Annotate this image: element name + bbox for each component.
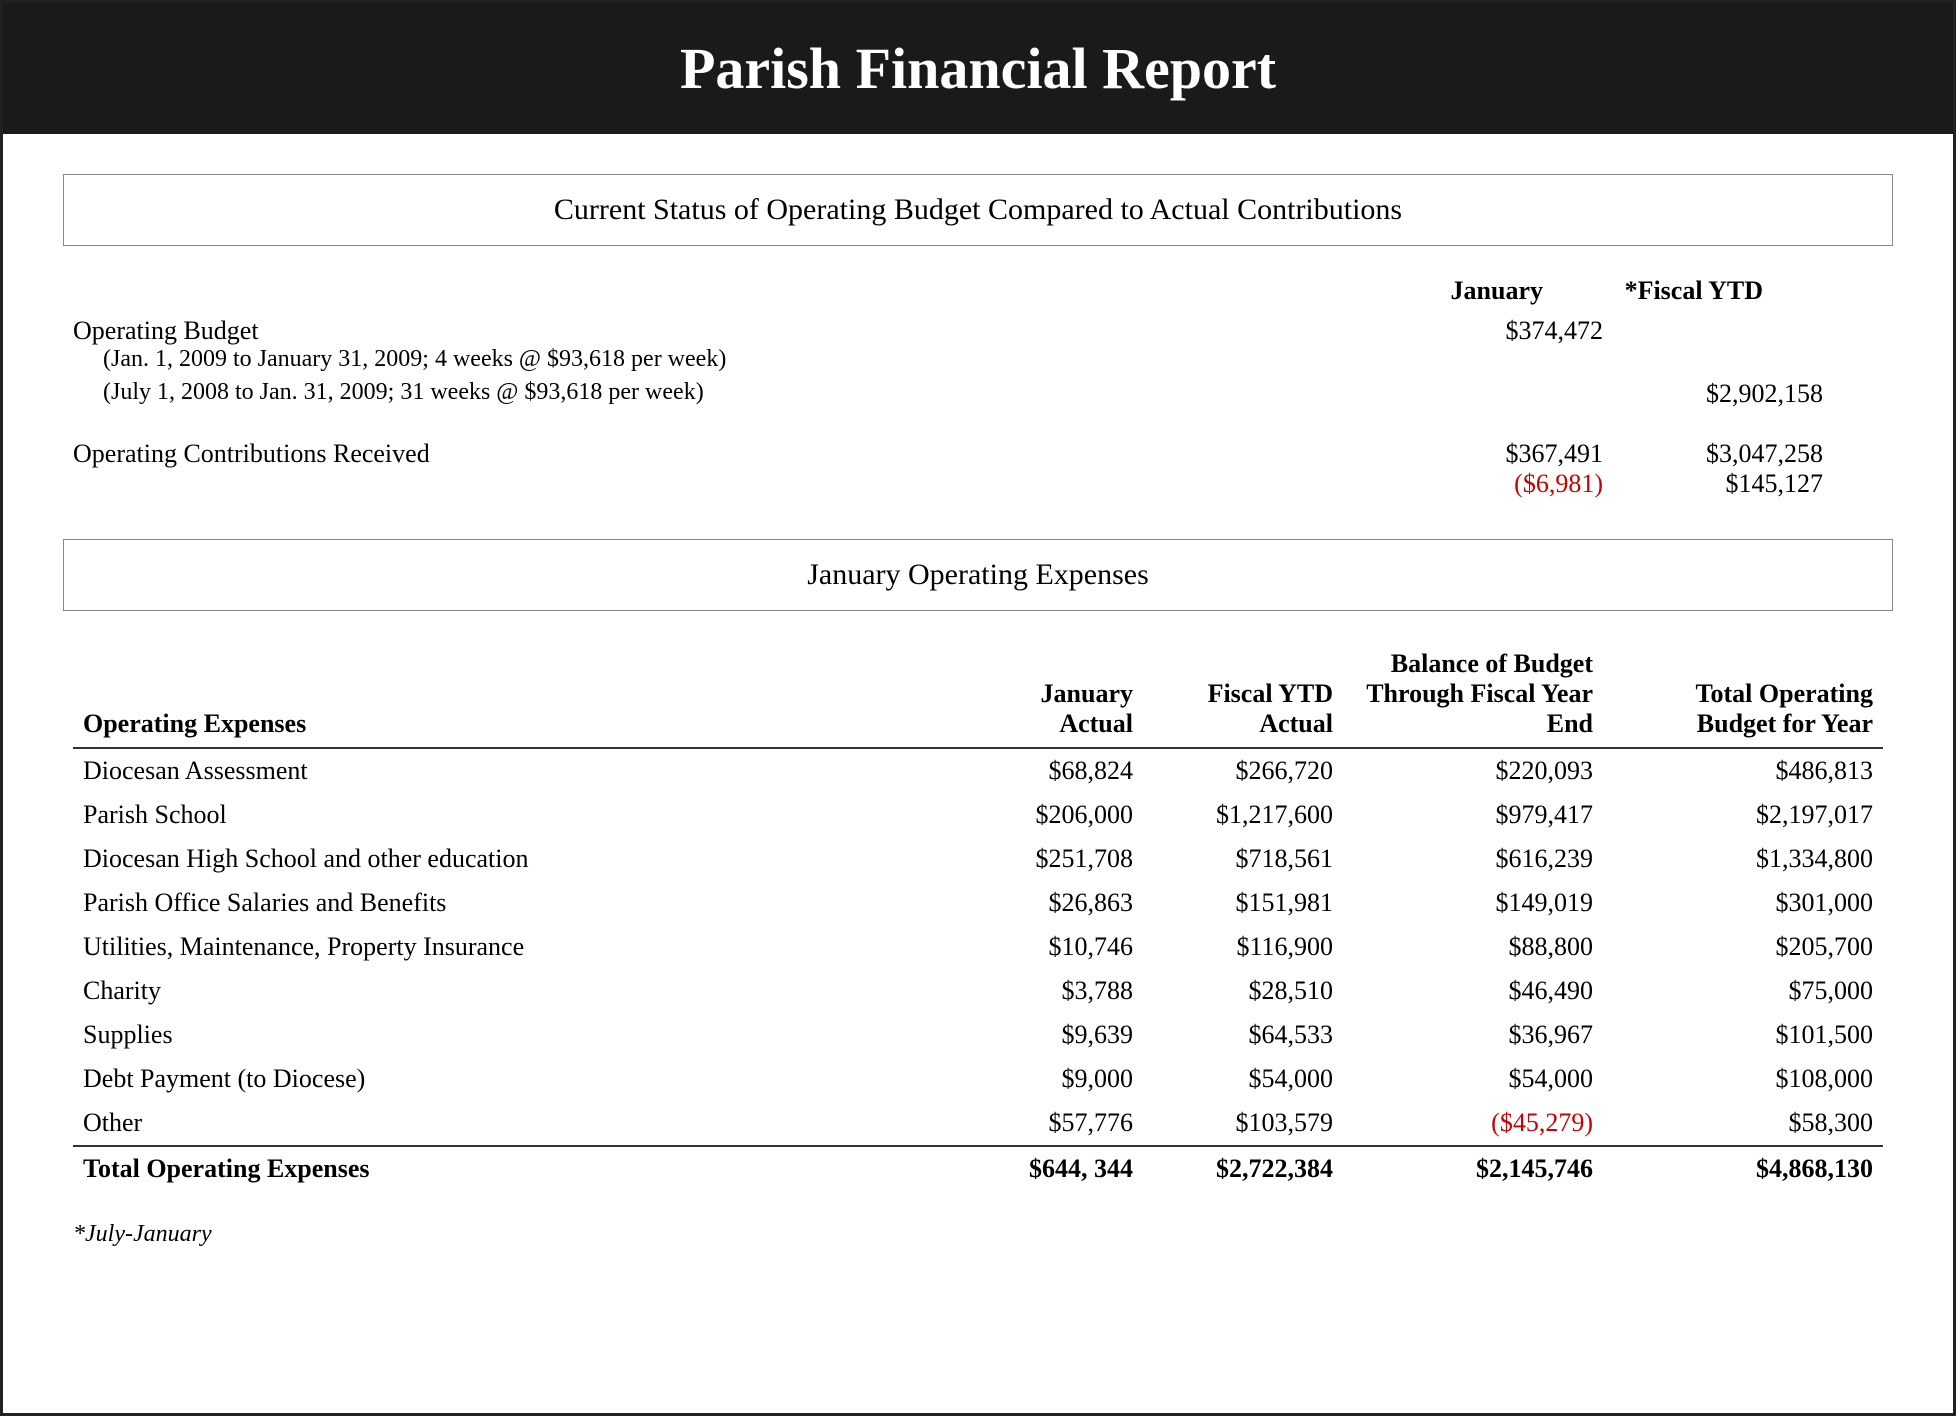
budget-section: January *Fiscal YTD Operating Budget (Ja… [63,276,1893,499]
expense-jan-actual: $10,746 [983,925,1143,969]
contrib-ytd-value: $3,047,258 [1603,439,1823,469]
col-header-jan-actual: January Actual [983,641,1143,748]
expense-fiscal-ytd: $54,000 [1143,1057,1343,1101]
table-row: Parish School$206,000$1,217,600$979,417$… [73,793,1883,837]
expense-label: Charity [73,969,983,1013]
expense-label: Debt Payment (to Diocese) [73,1057,983,1101]
page-wrapper: Parish Financial Report Current Status o… [0,0,1956,1416]
expense-label: Utilities, Maintenance, Property Insuran… [73,925,983,969]
expense-total: $108,000 [1603,1057,1883,1101]
expense-jan-actual: $3,788 [983,969,1143,1013]
table-row: Other$57,776$103,579($45,279)$58,300 [73,1101,1883,1146]
section2-box: January Operating Expenses [63,539,1893,611]
col-header-total: Total Operating Budget for Year [1603,641,1883,748]
expense-fiscal-ytd: $266,720 [1143,748,1343,793]
expense-fiscal-ytd: $28,510 [1143,969,1343,1013]
expense-total: $2,197,017 [1603,793,1883,837]
expense-jan-actual: $57,776 [983,1101,1143,1146]
contributions-row: Operating Contributions Received $367,49… [73,439,1883,499]
table-row: Diocesan High School and other education… [73,837,1883,881]
expense-balance: $36,967 [1343,1013,1603,1057]
expense-balance: $220,093 [1343,748,1603,793]
expense-balance: $88,800 [1343,925,1603,969]
page-title: Parish Financial Report [43,35,1913,102]
ob-sub2-jan-empty [1383,379,1603,409]
contributions-label: Operating Contributions Received [73,439,1383,469]
col-header-fiscal-ytd: Fiscal YTD Actual [1143,641,1343,748]
operating-budget-label-row: Operating Budget (Jan. 1, 2009 to Januar… [73,316,1883,373]
expense-label: Diocesan Assessment [73,748,983,793]
expense-balance: $46,490 [1343,969,1603,1013]
footnote: *July-January [73,1221,1883,1248]
expense-fiscal-ytd: $151,981 [1143,881,1343,925]
expense-jan-actual: $26,863 [983,881,1143,925]
ob-sub2-label: (July 1, 2008 to Jan. 31, 2009; 31 weeks… [73,379,1383,406]
section1-title: Current Status of Operating Budget Compa… [554,193,1402,226]
expense-total: $75,000 [1603,969,1883,1013]
section1-box: Current Status of Operating Budget Compa… [63,174,1893,246]
ob-sub1-label: (Jan. 1, 2009 to January 31, 2009; 4 wee… [73,346,1383,373]
expense-jan-actual: $9,000 [983,1057,1143,1101]
contrib-jan-value: $367,491 [1383,439,1603,469]
ob-sub2-row: (July 1, 2008 to Jan. 31, 2009; 31 weeks… [73,379,1883,409]
contrib-jan-diff: ($6,981) [1383,469,1603,499]
expense-fiscal-ytd: $718,561 [1143,837,1343,881]
expense-label: Parish Office Salaries and Benefits [73,881,983,925]
expense-fiscal-ytd: $116,900 [1143,925,1343,969]
col-header-january: January [1323,276,1543,306]
expenses-table: Operating Expenses January Actual Fiscal… [73,641,1883,1191]
page-content: Current Status of Operating Budget Compa… [3,134,1953,1288]
expense-balance: $149,019 [1343,881,1603,925]
expense-fiscal-ytd: $1,217,600 [1143,793,1343,837]
expense-jan-actual: $9,639 [983,1013,1143,1057]
col-header-fiscal-ytd: *Fiscal YTD [1543,276,1763,306]
table-row: Utilities, Maintenance, Property Insuran… [73,925,1883,969]
section2-title: January Operating Expenses [807,558,1149,591]
col-header-balance: Balance of Budget Through Fiscal Year En… [1343,641,1603,748]
expense-fiscal-ytd: $64,533 [1143,1013,1343,1057]
table-row: Debt Payment (to Diocese)$9,000$54,000$5… [73,1057,1883,1101]
expense-total: $58,300 [1603,1101,1883,1146]
expense-jan-actual: $68,824 [983,748,1143,793]
table-row: Charity$3,788$28,510$46,490$75,000 [73,969,1883,1013]
expense-label: Supplies [73,1013,983,1057]
expenses-section: Operating Expenses January Actual Fiscal… [63,641,1893,1248]
expense-jan-actual: $251,708 [983,837,1143,881]
table-row: Supplies$9,639$64,533$36,967$101,500 [73,1013,1883,1057]
total-row: Total Operating Expenses$644, 344$2,722,… [73,1146,1883,1191]
expense-balance: $54,000 [1343,1057,1603,1101]
table-row: Parish Office Salaries and Benefits$26,8… [73,881,1883,925]
expense-balance: $979,417 [1343,793,1603,837]
expense-total: $1,334,800 [1603,837,1883,881]
expense-total: $486,813 [1603,748,1883,793]
ob-sub1-jan-value: $374,472 [1383,316,1603,346]
expense-balance: $616,239 [1343,837,1603,881]
ob-sub1-ytd-value [1603,316,1823,346]
expense-balance: ($45,279) [1343,1101,1603,1146]
page-header: Parish Financial Report [3,3,1953,134]
contrib-ytd-diff: $145,127 [1603,469,1823,499]
expense-total: $205,700 [1603,925,1883,969]
expenses-header-row: Operating Expenses January Actual Fiscal… [73,641,1883,748]
expense-label: Other [73,1101,983,1146]
col-header-label: Operating Expenses [73,641,983,748]
expense-fiscal-ytd: $103,579 [1143,1101,1343,1146]
expense-total: $101,500 [1603,1013,1883,1057]
table-row: Diocesan Assessment$68,824$266,720$220,0… [73,748,1883,793]
ob-sub2-ytd-value: $2,902,158 [1603,379,1823,409]
expense-jan-actual: $206,000 [983,793,1143,837]
budget-col-headers: January *Fiscal YTD [73,276,1883,306]
expense-label: Diocesan High School and other education [73,837,983,881]
expense-label: Parish School [73,793,983,837]
expense-total: $301,000 [1603,881,1883,925]
ob-main-label: Operating Budget [73,316,1383,346]
